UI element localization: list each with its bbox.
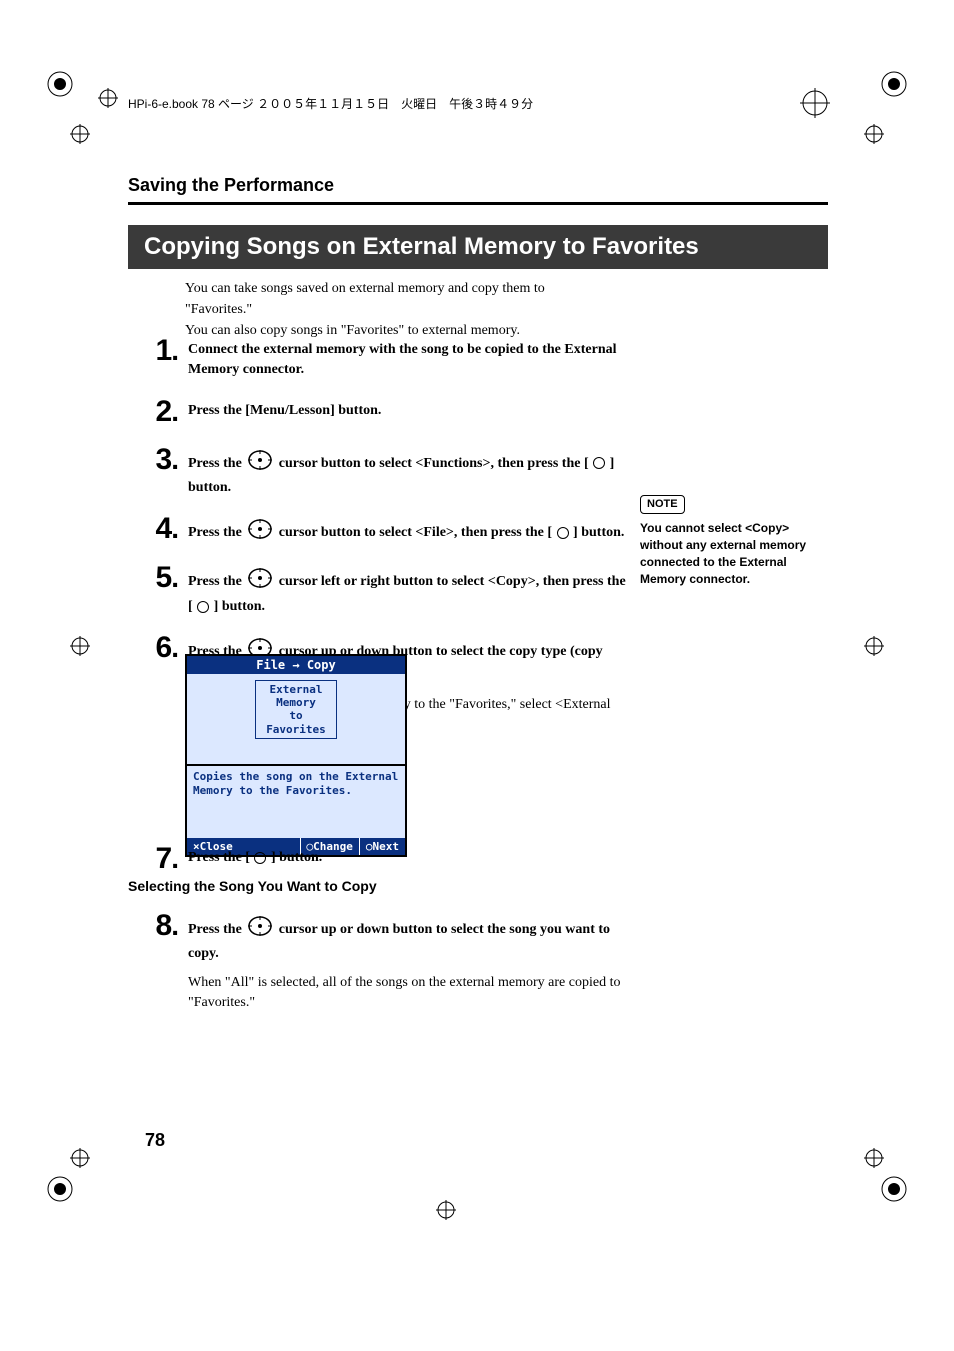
step-number: 5. [128,561,178,595]
crop-mark-icon [880,70,908,98]
register-mark-icon [70,1148,90,1168]
page-banner: Copying Songs on External Memory to Favo… [128,225,828,269]
note-box: NOTE You cannot select <Copy> without an… [640,495,830,588]
note-label: NOTE [640,495,685,514]
lcd-selection: External Memory to Favorites [255,680,337,739]
crop-mark-icon [46,1175,74,1203]
register-mark-icon [436,1200,456,1220]
step-5: 5. Press the cursor left or right button… [128,561,628,617]
register-mark-icon [98,88,118,108]
register-mark-icon [800,88,830,118]
register-mark-icon [864,636,884,656]
step-text: Press the cursor button to select <File>… [188,512,624,547]
section-title: Saving the Performance [128,175,334,196]
cursor-icon [247,518,273,547]
lcd-title: File → Copy [187,656,405,674]
step-2: 2. Press the [Menu/Lesson] button. [128,395,628,429]
step-number: 8. [128,909,178,943]
crop-mark-icon [880,1175,908,1203]
step-8: 8. Press the cursor up or down button to… [128,909,628,1013]
register-mark-icon [70,636,90,656]
register-mark-icon [70,124,90,144]
circle-button-icon [254,852,266,864]
step-number: 7. [128,842,178,876]
book-page-info: HPi-6-e.book 78 ページ ２００５年１１月１５日 火曜日 午後３時… [128,95,533,112]
lcd-body: External Memory to Favorites [187,674,405,764]
crop-mark-icon [46,70,74,98]
circle-button-icon [593,457,605,469]
step-text: Press the [ ] button. [188,842,322,868]
step-number: 3. [128,443,178,477]
steps-list-2: 7. Press the [ ] button. [128,828,628,876]
sub-heading: Selecting the Song You Want to Copy [128,878,377,894]
step-7: 7. Press the [ ] button. [128,842,628,876]
step-4: 4. Press the cursor button to select <Fi… [128,512,628,547]
horizontal-rule [128,202,828,205]
page-number: 78 [145,1130,165,1151]
lcd-description: Copies the song on the External Memory t… [187,764,405,838]
step-text: Press the cursor up or down button to se… [188,909,628,1013]
circle-button-icon [557,527,569,539]
step-text: Press the cursor left or right button to… [188,561,628,617]
step-text: Connect the external memory with the son… [188,334,628,381]
lcd-screenshot: File → Copy External Memory to Favorites… [185,654,407,857]
steps-list-3: 8. Press the cursor up or down button to… [128,895,628,1013]
register-mark-icon [864,1148,884,1168]
cursor-icon [247,567,273,596]
circle-button-icon [197,601,209,613]
step-number: 2. [128,395,178,429]
step-number: 6. [128,631,178,665]
cursor-icon [247,449,273,478]
step-3: 3. Press the cursor button to select <Fu… [128,443,628,499]
cursor-icon [247,915,273,944]
note-text: You cannot select <Copy> without any ext… [640,521,806,585]
step-text: Press the [Menu/Lesson] button. [188,395,381,421]
step-1: 1. Connect the external memory with the … [128,334,628,381]
step-number: 1. [128,334,178,368]
step-text: Press the cursor button to select <Funct… [188,443,628,499]
page: HPi-6-e.book 78 ページ ２００５年１１月１５日 火曜日 午後３時… [0,0,954,1351]
step-number: 4. [128,512,178,546]
register-mark-icon [864,124,884,144]
